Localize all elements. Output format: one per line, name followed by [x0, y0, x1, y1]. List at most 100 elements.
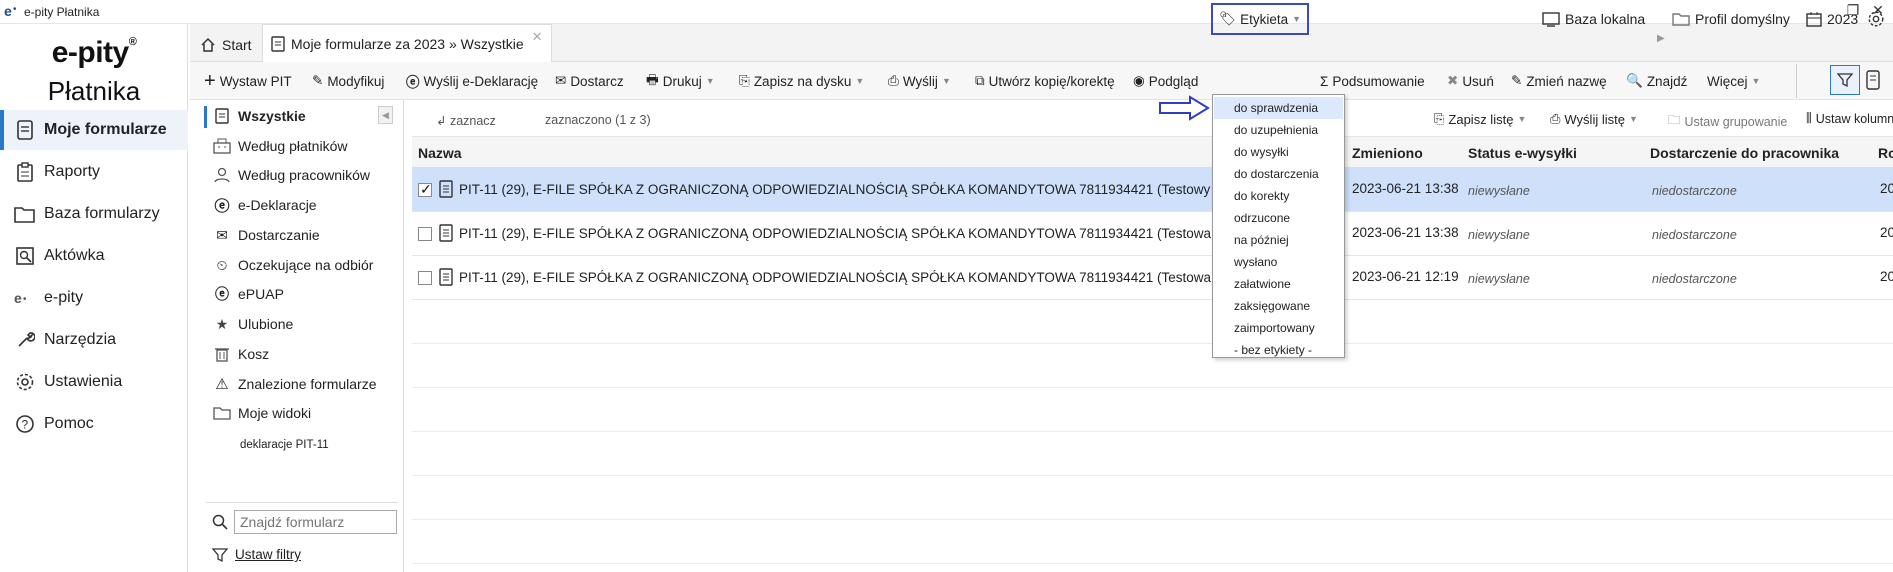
znajdz-button[interactable]: 🔍 Znajdź [1626, 68, 1687, 94]
menu-item[interactable]: odrzucone [1214, 207, 1343, 229]
dropdown-arrow-icon[interactable]: ▼ [1629, 114, 1638, 124]
menu-item[interactable]: do wysyłki [1214, 141, 1343, 163]
empty-row [412, 300, 1893, 344]
folder-oczekujace[interactable]: ⏲ Oczekujące na odbiór [212, 251, 402, 279]
dostarcz-button[interactable]: ✉ Dostarcz [555, 68, 624, 94]
wyslij-button[interactable]: ⎙ Wyślij ▼ [888, 68, 951, 94]
table-row[interactable]: PIT-11 (29), E-FILE SPÓŁKA Z OGRANICZONĄ… [412, 168, 1893, 212]
podsumowanie-button[interactable]: Σ Podsumowanie [1320, 68, 1425, 94]
menu-item[interactable]: na później [1214, 229, 1343, 251]
column-modified[interactable]: Zmieniono [1352, 145, 1423, 161]
folder-znalezione[interactable]: ⚠ Znalezione formularze [212, 370, 402, 398]
folder-moje-widoki[interactable]: Moje widoki [212, 399, 402, 427]
close-tab-icon[interactable]: ✕ [532, 29, 543, 45]
nav-item-raporty[interactable]: Raporty [0, 152, 188, 192]
nav-item-ustawienia[interactable]: Ustawienia [0, 362, 188, 402]
folder-wszystkie[interactable]: Wszystkie [204, 102, 402, 130]
folder-wedlug-platnikow[interactable]: Według płatników [212, 132, 402, 160]
zapisz-liste-button[interactable]: ⎘ Zapisz listę ▼ [1434, 111, 1526, 127]
nav-item-epity[interactable]: e • e-pity [0, 278, 188, 318]
wyslij-liste-button[interactable]: ⎙ Wyślij listę ▼ [1550, 111, 1638, 127]
row-checkbox[interactable] [418, 181, 432, 198]
modyfikuj-button[interactable]: ✎ Modyfikuj [312, 68, 384, 94]
ustaw-grupowanie-button[interactable]: 🗀 Ustaw grupowanie [1668, 111, 1787, 132]
dropdown-arrow-icon[interactable]: ▼ [706, 76, 715, 86]
panel-toggle-icon[interactable] [1866, 70, 1880, 90]
wyslij-edeklaracje-button[interactable]: ⓔ Wyślij e-Deklarację [406, 68, 538, 94]
zmien-nazwe-button[interactable]: ✎ Zmień nazwę [1511, 68, 1607, 94]
wystaw-label: Wystaw PIT [219, 73, 292, 89]
ustaw-kolumny-button[interactable]: ⫼ Ustaw kolumny [1806, 111, 1893, 126]
drukuj-button[interactable]: 🖶 Drukuj ▼ [646, 68, 715, 94]
column-year[interactable]: Ro [1878, 145, 1893, 161]
nav-item-baza-formularzy[interactable]: Baza formularzy [0, 194, 188, 234]
local-db-button[interactable]: Baza lokalna [1542, 6, 1645, 32]
column-name[interactable]: Nazwa [418, 145, 462, 161]
document-icon [439, 268, 453, 286]
dropdown-arrow-icon[interactable]: ▼ [942, 76, 951, 86]
nav-item-aktowka[interactable]: Aktówka [0, 236, 188, 276]
table-row[interactable]: PIT-11 (29), E-FILE SPÓŁKA Z OGRANICZONĄ… [412, 256, 1893, 300]
etykieta-button[interactable]: 🏷 Etykieta ▼ [1211, 3, 1310, 35]
menu-item[interactable]: do uzupełnienia [1214, 119, 1343, 141]
usun-button[interactable]: ✖ Usuń [1447, 68, 1494, 94]
set-filters-link[interactable]: Ustaw filtry [235, 547, 301, 562]
filter-toggle-icon[interactable] [1830, 65, 1860, 95]
menu-item[interactable]: zaimportowany [1214, 317, 1343, 339]
calendar-icon [1806, 11, 1822, 27]
column-status[interactable]: Status e-wysyłki [1468, 145, 1577, 161]
folder-dostarczanie[interactable]: ✉ Dostarczanie [212, 221, 402, 249]
menu-item[interactable]: do korekty [1214, 185, 1343, 207]
tab-current[interactable]: Moje formularze za 2023 » Wszystkie ✕ [262, 24, 552, 62]
folder-label: Według pracowników [238, 167, 371, 183]
empty-row [412, 476, 1893, 520]
row-delivery: niedostarczone [1652, 228, 1737, 242]
menu-item[interactable]: do dostarczenia [1214, 163, 1343, 185]
dropdown-arrow-icon[interactable]: ▼ [855, 76, 864, 86]
nav-item-moje-formularze[interactable]: Moje formularze [0, 110, 188, 150]
folder-kosz[interactable]: Kosz [212, 340, 402, 368]
settings-gear-icon[interactable] [1867, 6, 1885, 32]
zapisz-na-dysku-button[interactable]: ⎘ Zapisz na dysku ▼ [739, 68, 864, 94]
menu-item[interactable]: zaksięgowane [1214, 295, 1343, 317]
column-delivery[interactable]: Dostarczenie do pracownika [1650, 145, 1839, 161]
briefcase-icon [14, 245, 36, 267]
folder-e-deklaracje[interactable]: ⓔ e-Deklaracje [212, 191, 402, 219]
folder-label: Kosz [238, 346, 270, 362]
zaznacz-button[interactable]: ↲ zaznacz [436, 113, 496, 128]
nav-item-narzedzia[interactable]: Narzędzia [0, 320, 188, 360]
wyslij-edek-label: Wyślij e-Deklarację [423, 73, 539, 89]
menu-item[interactable]: - bez etykiety - [1214, 339, 1343, 361]
menu-item[interactable]: do sprawdzenia [1214, 97, 1343, 119]
usun-label: Usuń [1462, 73, 1494, 89]
row-modified: 2023-06-21 13:38 [1352, 181, 1459, 196]
etykieta-label: Etykieta [1240, 11, 1289, 27]
row-year: 20 [1880, 269, 1893, 284]
tab-start[interactable]: Start [192, 28, 260, 62]
search-input[interactable] [234, 510, 397, 534]
dropdown-arrow-icon[interactable]: ▼ [1517, 114, 1526, 124]
dropdown-arrow-icon[interactable]: ▼ [1752, 76, 1761, 86]
folder-wedlug-pracownikow[interactable]: Według pracowników [212, 161, 402, 189]
wystaw-pit-button[interactable]: + Wystaw PIT [204, 68, 292, 94]
year-button[interactable]: 2023 [1806, 6, 1858, 32]
utworz-kopie-button[interactable]: ⧉ Utwórz kopię/korektę [975, 68, 1115, 94]
folder-epuap[interactable]: ⓔ ePUAP [212, 280, 402, 308]
folder-ulubione[interactable]: ★ Ulubione [212, 310, 402, 338]
folder-icon: 🗀 [1668, 113, 1681, 127]
nav-item-pomoc[interactable]: ? Pomoc [0, 404, 188, 444]
profile-button[interactable]: Profil domyślny [1672, 6, 1790, 32]
wiecej-button[interactable]: Więcej ▼ [1707, 68, 1760, 94]
dropdown-arrow-icon[interactable]: ▼ [1292, 14, 1301, 24]
row-checkbox[interactable] [418, 227, 432, 241]
trash-icon [212, 346, 232, 362]
nav-label: Moje formularze [44, 121, 167, 138]
folder-label: Wszystkie [238, 108, 306, 124]
podglad-button[interactable]: ◉ Podgląd [1133, 68, 1198, 94]
brand-logo: e-pity® [51, 36, 137, 69]
row-checkbox[interactable] [418, 271, 432, 285]
menu-item[interactable]: wysłano [1214, 251, 1343, 273]
view-deklaracje-pit11[interactable]: deklaracje PIT-11 [240, 431, 430, 459]
table-row[interactable]: PIT-11 (29), E-FILE SPÓŁKA Z OGRANICZONĄ… [412, 212, 1893, 256]
menu-item[interactable]: załatwione [1214, 273, 1343, 295]
